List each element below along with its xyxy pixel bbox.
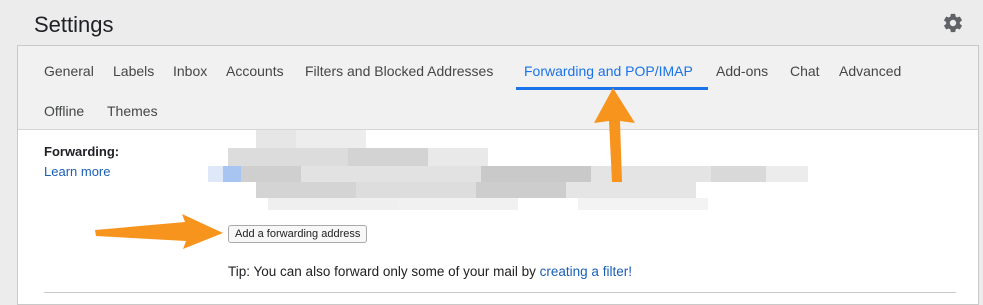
add-forwarding-address-button[interactable]: Add a forwarding address	[228, 225, 368, 243]
forwarding-label: Forwarding:	[44, 144, 120, 159]
creating-a-filter-link[interactable]: creating a filter!	[540, 264, 632, 279]
settings-tab-bar: General Labels Inbox Accounts Filters an…	[18, 46, 978, 130]
tab-inbox[interactable]: Inbox	[173, 63, 207, 79]
settings-panel: General Labels Inbox Accounts Filters an…	[17, 45, 979, 305]
redacted-forwarding-details	[208, 130, 808, 210]
tab-labels[interactable]: Labels	[113, 63, 154, 79]
tab-themes[interactable]: Themes	[107, 103, 158, 119]
page-title: Settings	[34, 12, 114, 37]
tab-filters-and-blocked-addresses[interactable]: Filters and Blocked Addresses	[305, 63, 493, 79]
tip-text: Tip: You can also forward only some of y…	[228, 264, 540, 279]
tab-advanced[interactable]: Advanced	[839, 63, 901, 79]
gear-icon[interactable]	[942, 12, 964, 34]
tab-accounts[interactable]: Accounts	[226, 63, 284, 79]
forwarding-tip: Tip: You can also forward only some of y…	[228, 264, 632, 279]
tab-offline[interactable]: Offline	[44, 103, 84, 119]
tab-forwarding-and-pop-imap[interactable]: Forwarding and POP/IMAP	[524, 63, 693, 79]
tab-chat[interactable]: Chat	[790, 63, 820, 79]
section-divider	[44, 292, 956, 293]
tab-add-ons[interactable]: Add-ons	[716, 63, 768, 79]
active-tab-indicator	[516, 87, 708, 90]
tab-general[interactable]: General	[44, 63, 94, 79]
learn-more-link[interactable]: Learn more	[44, 164, 110, 179]
